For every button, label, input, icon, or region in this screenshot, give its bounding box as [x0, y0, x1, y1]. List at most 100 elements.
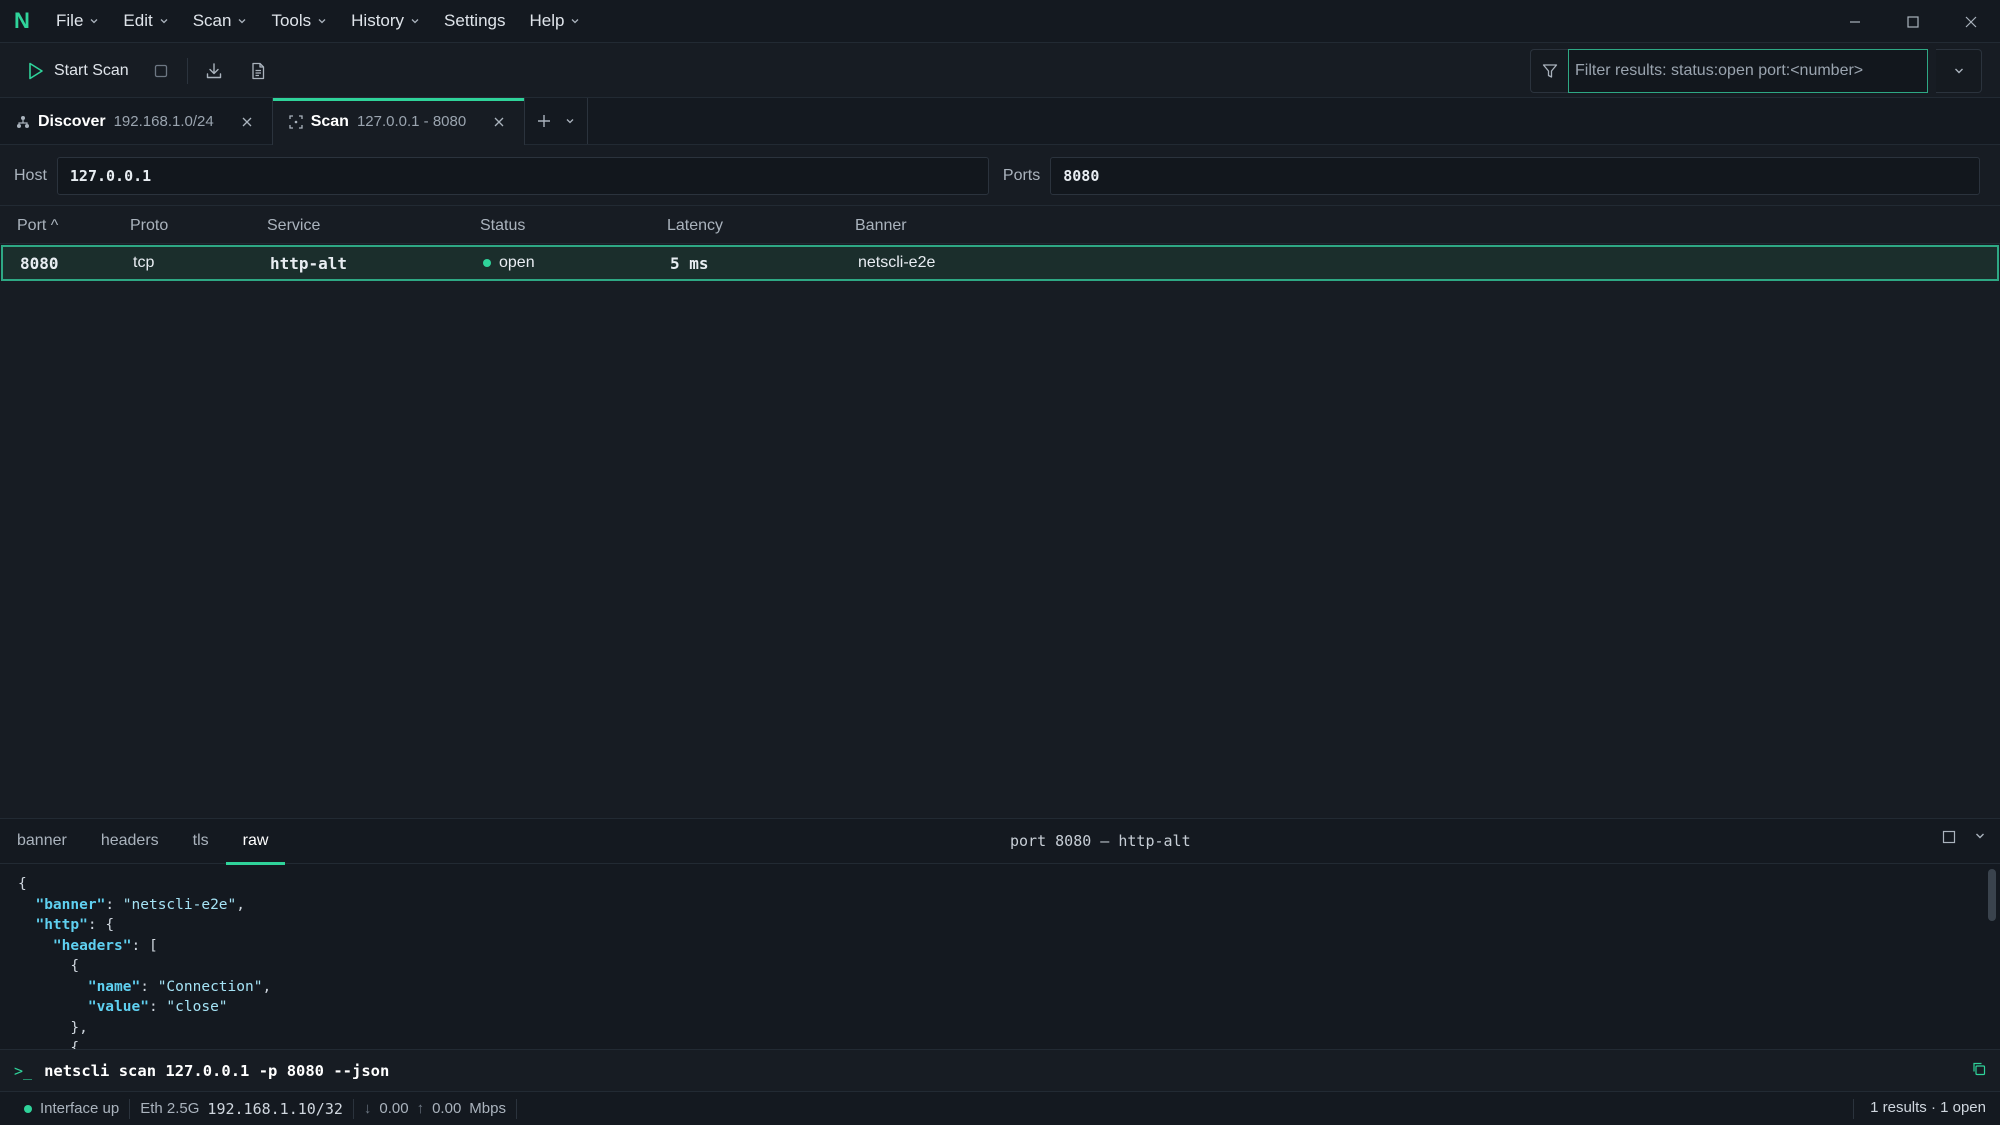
maximize-icon [1907, 15, 1919, 28]
chevron-down-icon [90, 19, 98, 24]
throughput: ↓ 0.00 ↑ 0.00 Mbps [354, 1098, 517, 1119]
column-header-latency[interactable]: Latency [667, 217, 723, 235]
new-tab-button[interactable] [537, 114, 551, 128]
plus-icon [538, 115, 551, 127]
scan-icon [289, 114, 303, 129]
command-line: >_ netscli scan 127.0.0.1 -p 8080 --json [0, 1049, 2000, 1091]
start-scan-button[interactable]: Start Scan [18, 52, 139, 90]
tab-close-button[interactable] [238, 113, 256, 131]
close-icon [242, 117, 252, 126]
menu-tools[interactable]: Tools [259, 0, 339, 43]
prompt-icon: >_ [14, 1061, 33, 1080]
cell-banner: netscli-e2e [858, 254, 936, 271]
chevron-down-icon [1976, 833, 1984, 839]
menu-edit-label: Edit [123, 11, 153, 30]
minimize-icon [1850, 20, 1860, 23]
download-arrow-icon: ↓ [363, 1100, 372, 1117]
panel-title: port 8080 – http-alt [1010, 832, 1191, 850]
table-row[interactable]: 8080 tcp http-alt open 5 ms netscli-e2e [1, 245, 1999, 281]
column-header-banner[interactable]: Banner [855, 217, 907, 235]
menu-file[interactable]: File [44, 0, 111, 43]
upload-rate: 0.00 [432, 1100, 462, 1117]
tab-headers[interactable]: headers [84, 819, 176, 864]
report-button[interactable] [236, 52, 280, 90]
tab-scan-target: 127.0.0.1 - 8080 [356, 113, 467, 130]
close-icon [1965, 16, 1977, 27]
menu-file-label: File [56, 11, 84, 30]
chevron-down-icon [411, 19, 419, 24]
chevron-down-icon [571, 19, 579, 24]
column-header-status[interactable]: Status [480, 217, 525, 235]
cell-service: http-alt [270, 254, 348, 273]
host-input[interactable]: 127.0.0.1 [56, 156, 989, 195]
panel-collapse-button[interactable] [1974, 830, 1986, 844]
filter-icon-box [1530, 49, 1568, 93]
tab-scan[interactable]: Scan 127.0.0.1 - 8080 [272, 98, 526, 145]
command-text[interactable]: netscli scan 127.0.0.1 -p 8080 --json [44, 1062, 389, 1080]
menu-settings[interactable]: Settings [432, 0, 517, 43]
tab-scan-name: Scan [310, 112, 349, 130]
maximize-button[interactable] [1884, 0, 1942, 43]
filter-dropdown-button[interactable] [1936, 49, 1982, 93]
cell-proto: tcp [133, 254, 155, 271]
ports-label: Ports [1002, 166, 1041, 184]
menu-scan-label: Scan [192, 11, 232, 30]
chevron-down-icon [238, 19, 246, 24]
stop-icon [154, 64, 167, 77]
filter-box [1530, 49, 1982, 93]
chevron-down-icon [160, 19, 168, 24]
minimize-button[interactable] [1826, 0, 1884, 43]
window-controls [1826, 0, 2000, 43]
code-line: "value": "close" [87, 999, 228, 1015]
start-scan-label: Start Scan [54, 61, 129, 79]
column-header-proto[interactable]: Proto [130, 217, 168, 235]
stop-scan-button[interactable] [139, 52, 183, 90]
status-text: open [499, 254, 535, 271]
host-label: Host [14, 166, 47, 184]
column-header-port[interactable]: Port ^ [17, 217, 58, 235]
download-rate: 0.00 [379, 1100, 409, 1117]
session-tabs: Discover 192.168.1.0/24 Scan 127.0.0.1 -… [0, 98, 2000, 145]
results-table: Port ^ Proto Service Status Latency Bann… [0, 207, 2000, 281]
menu-scan[interactable]: Scan [181, 0, 260, 43]
cell-latency: 5 ms [670, 254, 709, 273]
tab-tls[interactable]: tls [176, 819, 226, 864]
raw-json-view: { "banner": "netscli-e2e", "http": { "he… [0, 864, 2000, 1050]
copy-command-button[interactable] [1972, 1062, 1986, 1076]
menu-settings-label: Settings [444, 11, 506, 30]
interface-status-text: Interface up [40, 1100, 120, 1117]
table-header: Port ^ Proto Service Status Latency Bann… [0, 207, 2000, 244]
detail-panel: banner headers tls raw port 8080 – http-… [0, 818, 2000, 1050]
network-info: Eth 2.5G 192.168.1.10/32 [130, 1098, 354, 1119]
status-dot-icon [483, 259, 491, 267]
menu-help[interactable]: Help [517, 0, 592, 43]
panel-scrollbar[interactable] [1988, 869, 1996, 921]
code-line: "name": "Connection", [87, 978, 272, 995]
tab-discover-target: 192.168.1.0/24 [113, 113, 214, 130]
code-line: { [18, 876, 27, 892]
link-speed: Eth 2.5G [140, 1100, 200, 1117]
close-icon [494, 117, 504, 126]
local-ip: 192.168.1.10/32 [207, 1099, 343, 1118]
tab-close-button[interactable] [490, 113, 508, 131]
title-bar: N File Edit Scan Tools History Settings … [0, 0, 2000, 43]
cell-port: 8080 [20, 254, 59, 273]
panel-controls [1942, 830, 1986, 844]
tab-tools [525, 98, 589, 144]
close-window-button[interactable] [1942, 0, 2000, 43]
column-header-service[interactable]: Service [267, 217, 320, 235]
code-line: "banner": "netscli-e2e", [35, 896, 246, 913]
menu-bar: File Edit Scan Tools History Settings He… [44, 0, 592, 43]
ports-input[interactable]: 8080 [1050, 156, 1981, 195]
filter-results-input[interactable] [1568, 49, 1928, 93]
tab-discover[interactable]: Discover 192.168.1.0/24 [0, 98, 273, 145]
menu-tools-label: Tools [271, 11, 312, 30]
download-button[interactable] [192, 52, 236, 90]
menu-history[interactable]: History [339, 0, 432, 43]
chevron-down-icon [566, 119, 574, 124]
panel-maximize-button[interactable] [1942, 830, 1956, 844]
tab-list-button[interactable] [565, 116, 575, 126]
menu-edit[interactable]: Edit [111, 0, 180, 43]
tab-banner[interactable]: banner [0, 819, 84, 864]
tab-raw[interactable]: raw [225, 819, 286, 865]
